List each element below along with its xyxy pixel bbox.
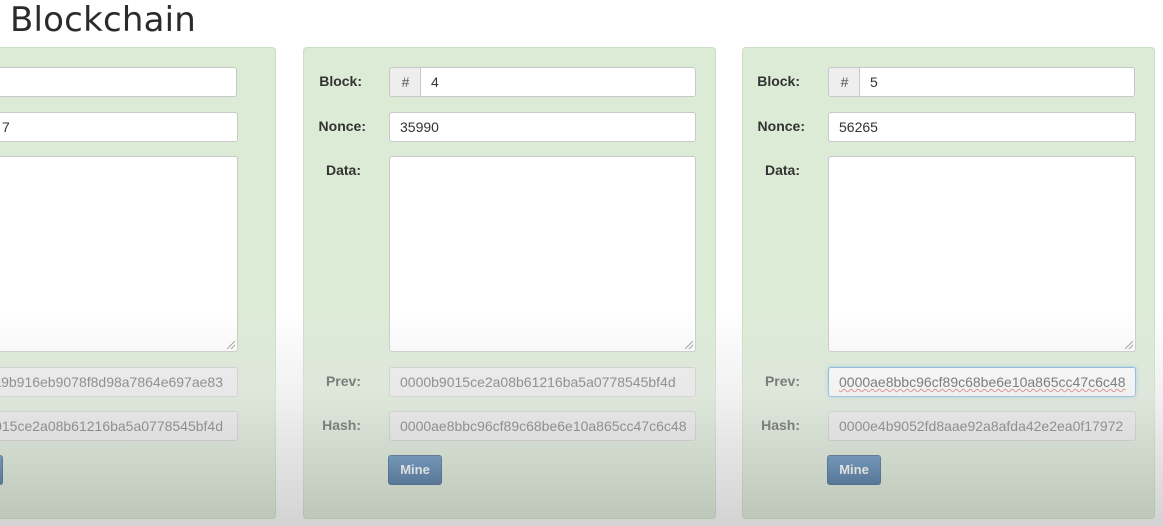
data-textarea[interactable] xyxy=(389,156,696,352)
prev-hash-field[interactable]: 0000ae8bbc96cf89c68be6e10a865cc47c6c48 xyxy=(828,367,1136,397)
resize-grip-icon[interactable] xyxy=(685,341,693,349)
mine-button[interactable]: Mine xyxy=(827,455,881,485)
block-card-3: 7 2fa9b916eb9078f8d98a7864e697ae83 9015c… xyxy=(0,47,276,519)
resize-grip-icon[interactable] xyxy=(1125,341,1133,349)
block-label: Block: xyxy=(757,73,800,89)
page-title: Blockchain xyxy=(10,0,197,40)
prev-hash-field[interactable]: 2fa9b916eb9078f8d98a7864e697ae83 xyxy=(0,367,238,397)
block-card-5: Block: # 5 Nonce: 56265 Data: Prev: 0000… xyxy=(742,47,1155,519)
block-hash-field: 9015ce2a08b61216ba5a0778545bf4d xyxy=(0,411,238,441)
nonce-label: Nonce: xyxy=(757,118,805,134)
hash-prefix-addon: # xyxy=(828,67,860,97)
resize-grip-icon[interactable] xyxy=(227,341,235,349)
prev-hash-value: 2fa9b916eb9078f8d98a7864e697ae83 xyxy=(0,374,223,390)
hash-label: Hash: xyxy=(761,417,800,433)
block-hash-field: 0000e4b9052fd8aae92a8afda42e2ea0f17972 xyxy=(828,411,1136,441)
data-textarea[interactable] xyxy=(828,156,1136,352)
prev-hash-field[interactable]: 0000b9015ce2a08b61216ba5a0778545bf4d xyxy=(389,367,696,397)
block-number-input[interactable]: 5 xyxy=(859,67,1135,97)
nonce-input[interactable]: 56265 xyxy=(828,112,1136,142)
block-hash-field: 0000ae8bbc96cf89c68be6e10a865cc47c6c48 xyxy=(389,411,696,441)
block-label: Block: xyxy=(319,73,362,89)
block-number-input[interactable]: 4 xyxy=(420,67,696,97)
hash-label: Hash: xyxy=(322,417,361,433)
nonce-input[interactable]: 35990 xyxy=(389,112,696,142)
hash-prefix-addon: # xyxy=(389,67,421,97)
mine-button[interactable]: Mine xyxy=(388,455,442,485)
mine-button[interactable] xyxy=(0,455,3,485)
data-label: Data: xyxy=(764,162,800,178)
prev-hash-value: 0000ae8bbc96cf89c68be6e10a865cc47c6c48 xyxy=(839,374,1126,390)
data-textarea[interactable] xyxy=(0,156,238,352)
nonce-input[interactable]: 7 xyxy=(0,112,238,142)
data-label: Data: xyxy=(325,162,361,178)
prev-label: Prev: xyxy=(764,373,800,389)
prev-label: Prev: xyxy=(325,373,361,389)
block-number-input[interactable] xyxy=(0,67,237,97)
block-card-4: Block: # 4 Nonce: 35990 Data: Prev: 0000… xyxy=(303,47,716,519)
nonce-label: Nonce: xyxy=(318,118,366,134)
block-hash-value: 9015ce2a08b61216ba5a0778545bf4d xyxy=(0,418,223,434)
